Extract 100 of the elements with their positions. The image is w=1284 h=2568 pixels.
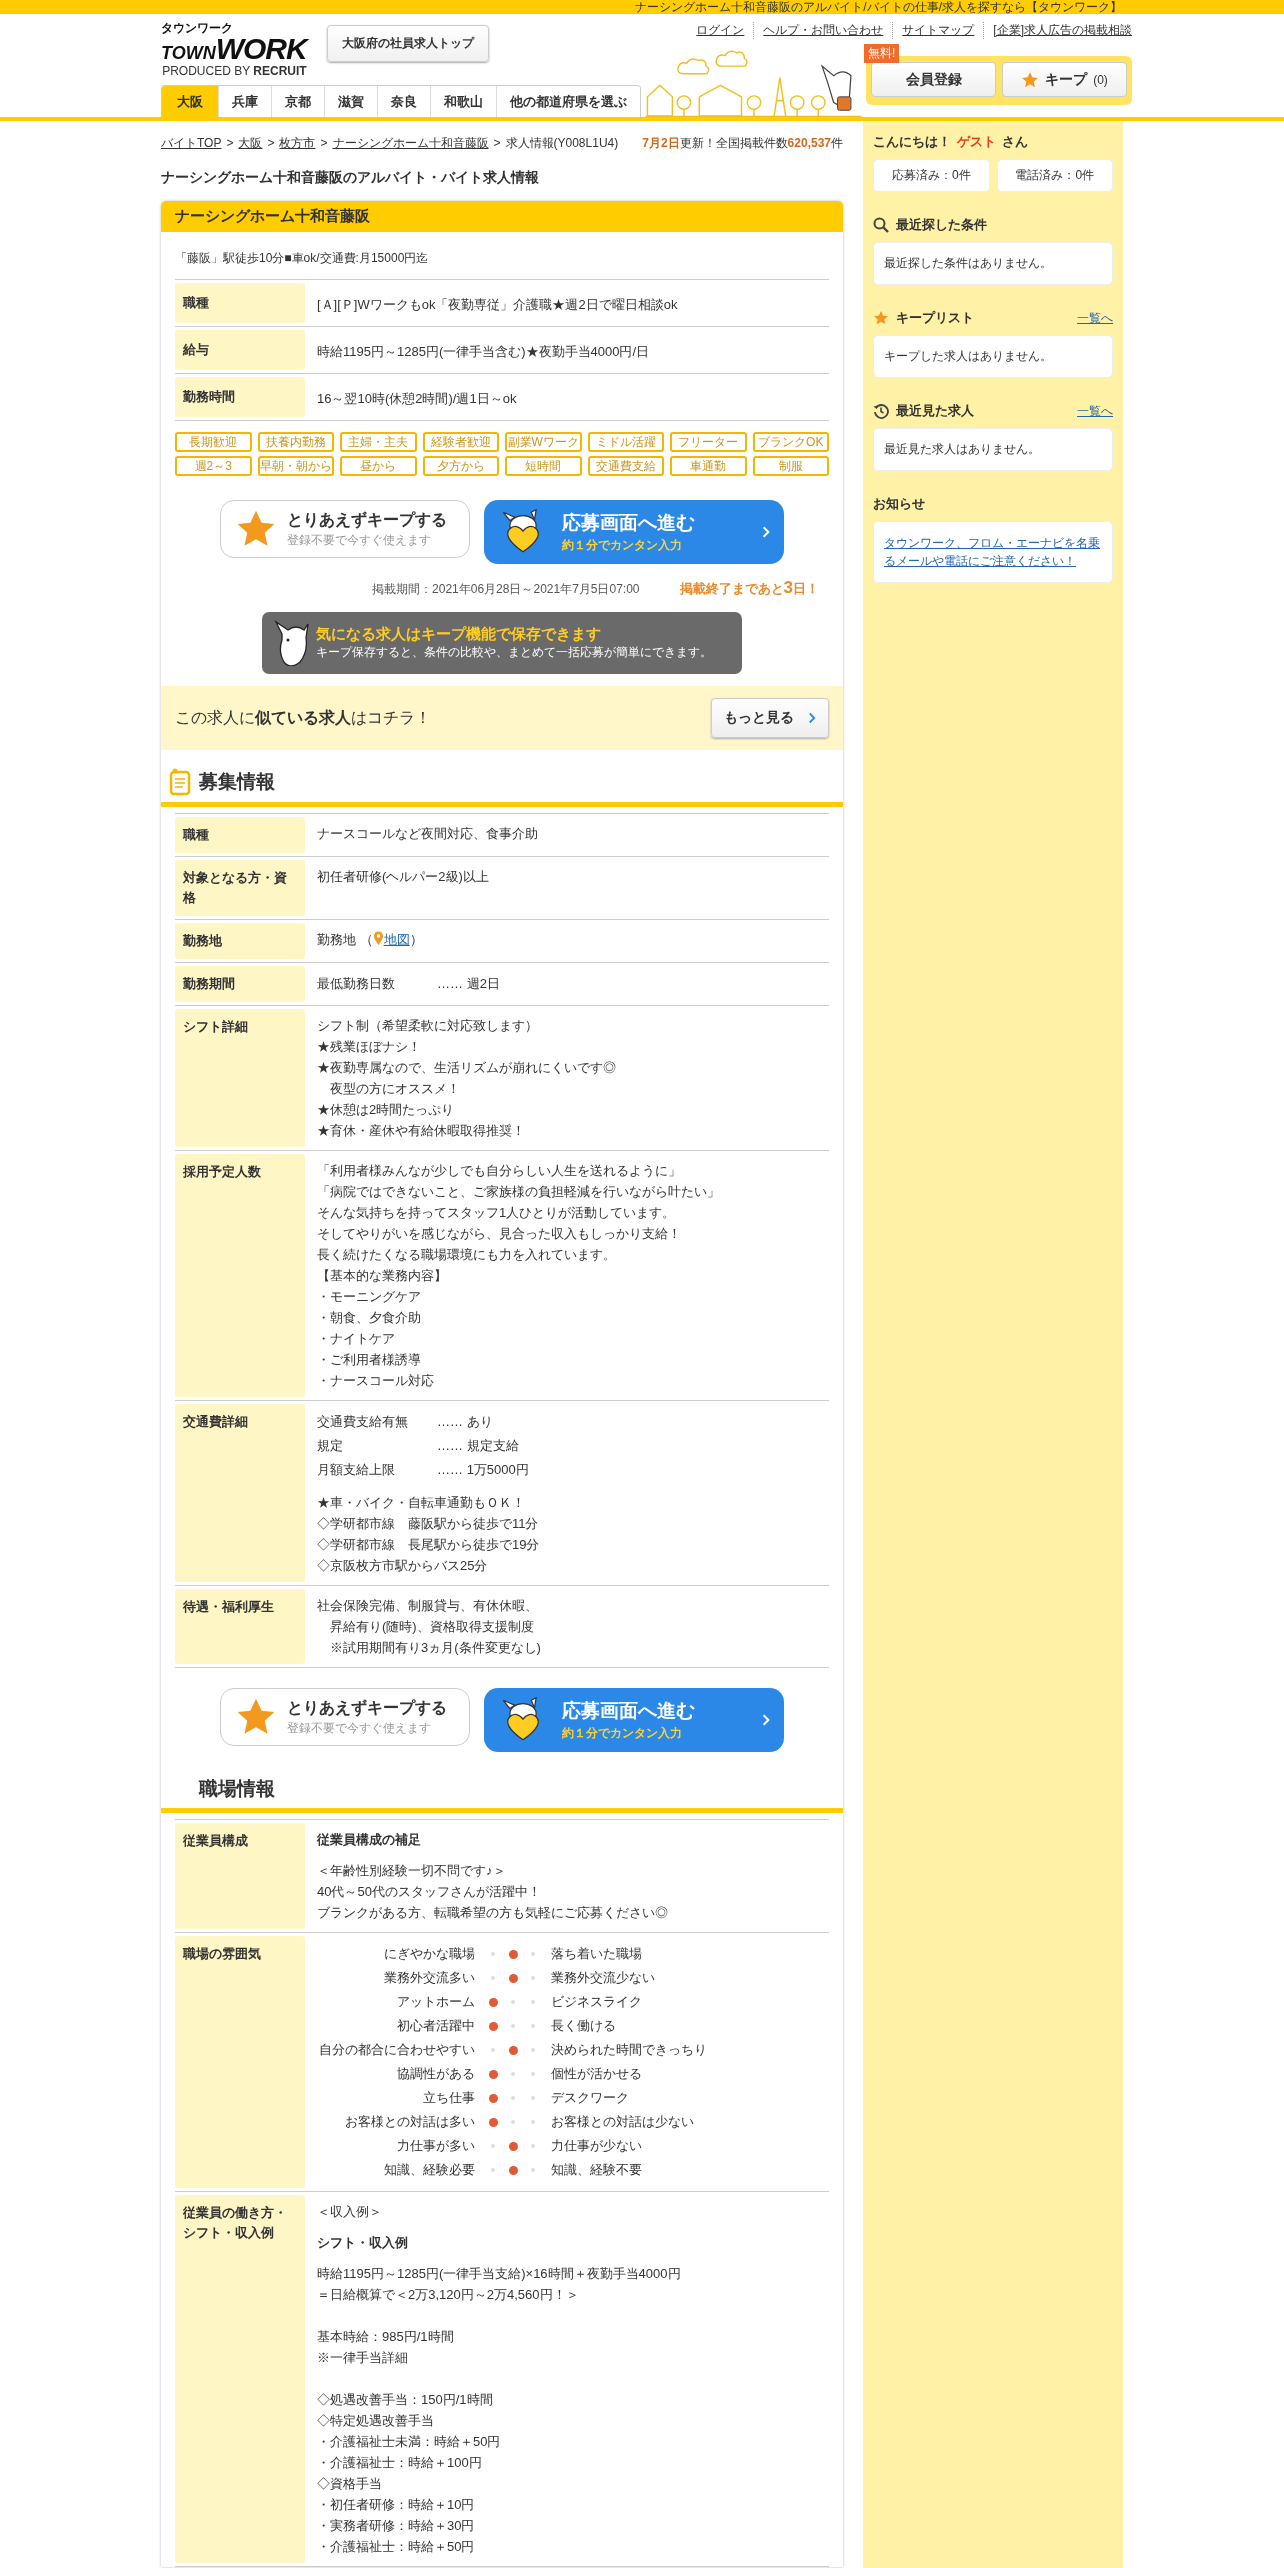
detail-text: 「病院ではできないこと、ご家族様の負担軽減を行いながら叶たい」 bbox=[317, 1183, 721, 1201]
trait-label: お客様との対話は少ない bbox=[550, 2113, 695, 2131]
row-value: 時給1195円～1285円(一律手当含む)★夜勤手当4000円/日 bbox=[316, 343, 651, 361]
chevron-right-icon bbox=[762, 525, 770, 539]
page-title: ナーシングホーム十和音藤阪のアルバイト・バイト求人情報 bbox=[161, 169, 540, 187]
detail-text: ・ナイトケア bbox=[317, 1330, 396, 1348]
prefecture-tab[interactable]: 大阪 bbox=[162, 86, 218, 117]
detail-text: 昇給有り(随時)、資格取得支援制度 bbox=[329, 1618, 535, 1636]
detail-text: ★車・バイク・自転車通勤もＯＫ！ bbox=[317, 1494, 526, 1512]
detail-text: ＝日給概算で＜2万3,120円～2万4,560円！＞ bbox=[317, 2286, 580, 2304]
map-link[interactable]: 地図 bbox=[383, 932, 410, 947]
trait-label: 落ち着いた職場 bbox=[550, 1945, 643, 1963]
page-tagline: ナーシングホーム十和音藤阪のアルバイト/バイトの仕事/求人を探すなら【タウンワーク】 bbox=[635, 0, 1122, 14]
detail-text: ＜収入例＞ bbox=[317, 2203, 383, 2221]
detail-text: ・初任者研修：時給＋10円 bbox=[317, 2496, 476, 2514]
detail-text: 【基本的な業務内容】 bbox=[317, 1267, 448, 1285]
activity-counter: 電話済み：0件 bbox=[996, 159, 1113, 192]
detail-text: ★夜勤専属なので、生活リズムが崩れにくいです◎ bbox=[317, 1059, 617, 1077]
section-title: 職場情報 bbox=[199, 1777, 275, 1801]
header-link[interactable]: ヘルプ・お問い合わせ bbox=[753, 22, 893, 39]
empty-message: キープした求人はありません。 bbox=[884, 349, 1052, 363]
row-label: 従業員構成 bbox=[175, 1823, 305, 1929]
job-name: ナーシングホーム十和音藤阪 bbox=[161, 201, 843, 232]
detail-value: …… 1万5000円 bbox=[437, 1461, 530, 1479]
feature-tag: 早朝・朝から bbox=[257, 456, 334, 476]
star-icon bbox=[873, 310, 889, 326]
detail-text: ◇資格手当 bbox=[317, 2475, 383, 2493]
trait-label: 業務外交流少ない bbox=[550, 1969, 656, 1987]
trait-label: アットホーム bbox=[396, 1993, 476, 2011]
panel-title: 最近見た求人 bbox=[896, 402, 974, 420]
detail-text: ◇学研都市線 藤阪駅から徒歩で11分 bbox=[317, 1515, 540, 1533]
trait-label: 自分の都合に合わせやすい bbox=[318, 2041, 476, 2059]
detail-text: ・介護福祉士未満：時給＋50円 bbox=[317, 2433, 502, 2451]
detail-key: 交通費支給有無 bbox=[317, 1410, 437, 1434]
row-label: 採用予定人数 bbox=[175, 1154, 305, 1397]
trait-label: 知識、経験必要 bbox=[383, 2161, 476, 2179]
feature-tag: 車通勤 bbox=[670, 456, 747, 476]
breadcrumb-separator: > bbox=[267, 136, 275, 150]
panel-title: キープリスト bbox=[896, 309, 974, 327]
detail-text: ＜年齢性別経験一切不問です♪＞ bbox=[317, 1862, 507, 1880]
detail-value: …… 規定支給 bbox=[437, 1437, 520, 1455]
detail-text: ・介護福祉士：時給＋50円 bbox=[317, 2538, 476, 2556]
header-link[interactable]: サイトマップ bbox=[892, 22, 984, 39]
detail-value: …… 週2日 bbox=[437, 975, 501, 993]
see-more-button[interactable]: もっと見る bbox=[711, 698, 829, 738]
keep-button[interactable]: とりあえずキープする 登録不要で今すぐ使えます bbox=[220, 500, 470, 558]
top-page-button[interactable]: 大阪府の社員求人トップ bbox=[326, 25, 489, 62]
row-label: 給与 bbox=[175, 330, 305, 370]
detail-text: ※一律手当詳細 bbox=[317, 2349, 409, 2367]
header-link[interactable]: ログイン bbox=[687, 22, 754, 39]
breadcrumb-link[interactable]: バイトTOP bbox=[161, 134, 222, 152]
history-icon bbox=[873, 403, 889, 419]
detail-text: ナースコールなど夜間対応、食事介助 bbox=[317, 825, 539, 843]
detail-text: ★休憩は2時間たっぷり bbox=[317, 1101, 456, 1119]
greeting-text: こんにちは！ bbox=[873, 134, 951, 149]
similar-jobs-text: この求人に似ている求人はコチラ！ bbox=[175, 707, 431, 728]
detail-text: ★育休・産休や有給休暇取得推奨！ bbox=[317, 1122, 526, 1140]
notice-link[interactable]: タウンワーク、フロム・エーナビを名乗るメールや電話にご注意ください！ bbox=[884, 534, 1102, 570]
detail-key: 規定 bbox=[317, 1434, 437, 1458]
apply-button[interactable]: 応募画面へ進む 約１分でカンタン入力 bbox=[484, 500, 784, 564]
trait-label: 力仕事が少ない bbox=[550, 2137, 643, 2155]
chevron-right-icon bbox=[762, 1713, 770, 1727]
search-icon bbox=[873, 217, 889, 233]
detail-text: ◇処遇改善手当：150円/1時間 bbox=[317, 2391, 494, 2409]
feature-tag: 昼から bbox=[340, 456, 417, 476]
detail-key: 最低勤務日数 bbox=[317, 972, 437, 996]
empty-message: 最近見た求人はありません。 bbox=[884, 442, 1040, 456]
row-label: 職種 bbox=[175, 817, 305, 853]
detail-text: ※試用期間有り3ヵ月(条件変更なし) bbox=[329, 1639, 542, 1657]
posting-period: 掲載期間：2021年06月28日～2021年7月5日07:00 bbox=[372, 581, 640, 598]
row-label: 交通費詳細 bbox=[175, 1404, 305, 1582]
header-link[interactable]: [企業]求人広告の掲載相談 bbox=[983, 22, 1132, 39]
detail-text: ・実務者研修：時給＋30円 bbox=[317, 2517, 476, 2535]
row-label: 待遇・福利厚生 bbox=[175, 1589, 305, 1664]
feature-tag: 夕方から bbox=[422, 456, 499, 476]
row-label: 対象となる方・資格 bbox=[175, 860, 305, 916]
breadcrumb-separator: > bbox=[226, 136, 234, 150]
site-logo[interactable]: タウンワーク TOWNWORK PRODUCED BY RECRUIT bbox=[161, 22, 307, 77]
detail-value: …… あり bbox=[437, 1413, 494, 1431]
panel-title: お知らせ bbox=[873, 495, 925, 513]
detail-text: 時給1195円～1285円(一律手当支給)×16時間＋夜勤手当4000円 bbox=[317, 2265, 682, 2283]
register-button[interactable]: 会員登録 bbox=[871, 62, 996, 97]
trait-label: お客様との対話は多い bbox=[344, 2113, 476, 2131]
detail-text: 社会保険完備、制服貸与、有休休暇、 bbox=[317, 1597, 539, 1615]
detail-key: 月額支給上限 bbox=[317, 1458, 437, 1482]
keep-button[interactable]: とりあえずキープする 登録不要で今すぐ使えます bbox=[220, 1688, 470, 1746]
view-all-link[interactable]: 一覧へ bbox=[1077, 402, 1113, 420]
detail-text: そしてやりがいを感じながら、見合った収入もしっかり支給！ bbox=[317, 1225, 682, 1243]
mascot-icon bbox=[274, 620, 310, 666]
breadcrumb-link[interactable]: 大阪 bbox=[238, 134, 263, 152]
row-value: [Ａ][Ｐ]Wワークもok「夜勤専従」介護職★週2日で曜日相談ok bbox=[316, 296, 679, 314]
prefecture-tab[interactable]: 他の都道府県を選ぶ bbox=[496, 86, 640, 117]
feature-tag: ミドル活躍 bbox=[587, 432, 664, 452]
feature-tag: 交通費支給 bbox=[587, 456, 664, 476]
breadcrumb-link[interactable]: ナーシングホーム十和音藤阪 bbox=[332, 134, 489, 152]
breadcrumb-link[interactable]: 枚方市 bbox=[279, 134, 316, 152]
keep-list-button[interactable]: キープ (0) bbox=[1002, 62, 1127, 97]
feature-tag: 副業Wワーク bbox=[505, 432, 582, 452]
view-all-link[interactable]: 一覧へ bbox=[1077, 309, 1113, 327]
apply-button[interactable]: 応募画面へ進む 約１分でカンタン入力 bbox=[484, 1688, 784, 1752]
